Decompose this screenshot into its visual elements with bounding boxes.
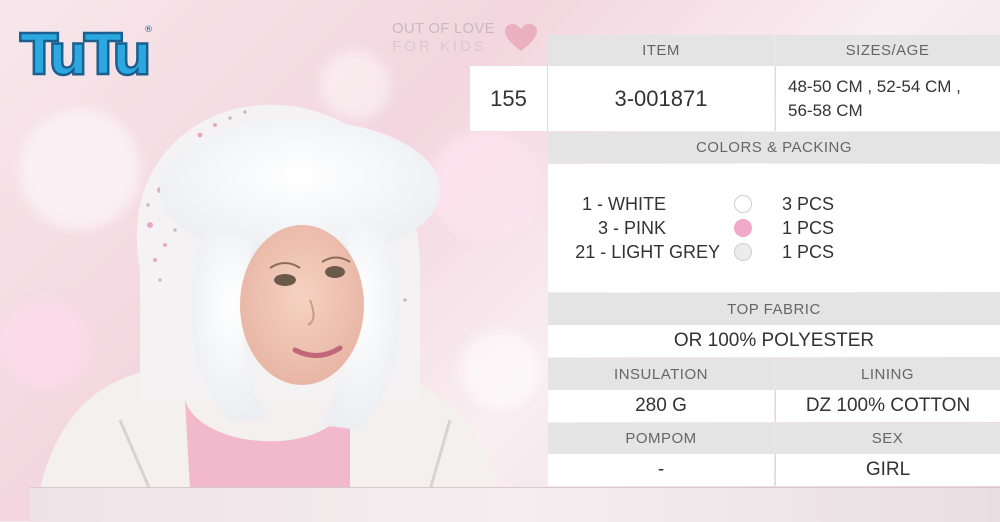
color-name: 3 - PINK bbox=[597, 218, 666, 238]
color-row: 3 - PINK 1 PCS bbox=[548, 216, 1000, 240]
item-header: ITEM bbox=[548, 35, 774, 66]
sex-value: GIRL bbox=[775, 454, 1000, 486]
color-row: 1 - WHITE 3 PCS bbox=[548, 192, 1000, 216]
top-fabric-header: TOP FABRIC bbox=[548, 293, 1000, 325]
sex-header: SEX bbox=[775, 423, 1000, 454]
sizes-value: 48-50 CM , 52-54 CM , 56-58 CM bbox=[775, 66, 1000, 131]
colors-header: COLORS & PACKING bbox=[548, 132, 1000, 163]
heart-icon bbox=[505, 24, 537, 51]
color-name: 21 - LIGHT GREY bbox=[575, 242, 720, 262]
color-qty: 1 PCS bbox=[782, 218, 835, 238]
insulation-value: 280 G bbox=[548, 390, 774, 422]
colors-list: 1 - WHITE 3 PCS 3 - PINK 1 PCS 21 - LIGH… bbox=[548, 164, 1000, 292]
color-qty: 3 PCS bbox=[782, 194, 835, 214]
sizes-value-line-1: 48-50 CM , 52-54 CM , bbox=[788, 76, 961, 96]
brand-tagline: OUT OF LOVE FOR KIDS bbox=[392, 20, 495, 56]
color-name: 1 - WHITE bbox=[582, 194, 666, 214]
item-value: 3-001871 bbox=[548, 66, 774, 131]
svg-text:TuTu: TuTu bbox=[20, 23, 148, 84]
insulation-header: INSULATION bbox=[548, 358, 774, 390]
color-row: 21 - LIGHT GREY 1 PCS bbox=[548, 240, 1000, 264]
sizes-header: SIZES/AGE bbox=[775, 35, 1000, 66]
color-swatch-pink bbox=[734, 219, 752, 237]
product-number: 155 bbox=[470, 66, 548, 131]
svg-text:®: ® bbox=[144, 25, 153, 35]
tagline-line-1: OUT OF LOVE bbox=[392, 20, 495, 37]
color-swatch-white bbox=[734, 195, 752, 213]
tagline-line-2: FOR KIDS bbox=[392, 38, 487, 55]
pompom-header: POMPOM bbox=[548, 423, 774, 454]
lining-value: DZ 100% COTTON bbox=[775, 390, 1000, 422]
tutu-logo: TuTu ® bbox=[16, 18, 156, 90]
sizes-value-line-2: 56-58 CM bbox=[788, 100, 863, 120]
color-qty: 1 PCS bbox=[782, 242, 835, 262]
color-swatch-light-grey bbox=[734, 243, 752, 261]
top-fabric-value: OR 100% POLYESTER bbox=[548, 325, 1000, 357]
pompom-value: - bbox=[548, 454, 774, 486]
bottom-strip bbox=[30, 487, 1000, 522]
lining-header: LINING bbox=[775, 358, 1000, 390]
